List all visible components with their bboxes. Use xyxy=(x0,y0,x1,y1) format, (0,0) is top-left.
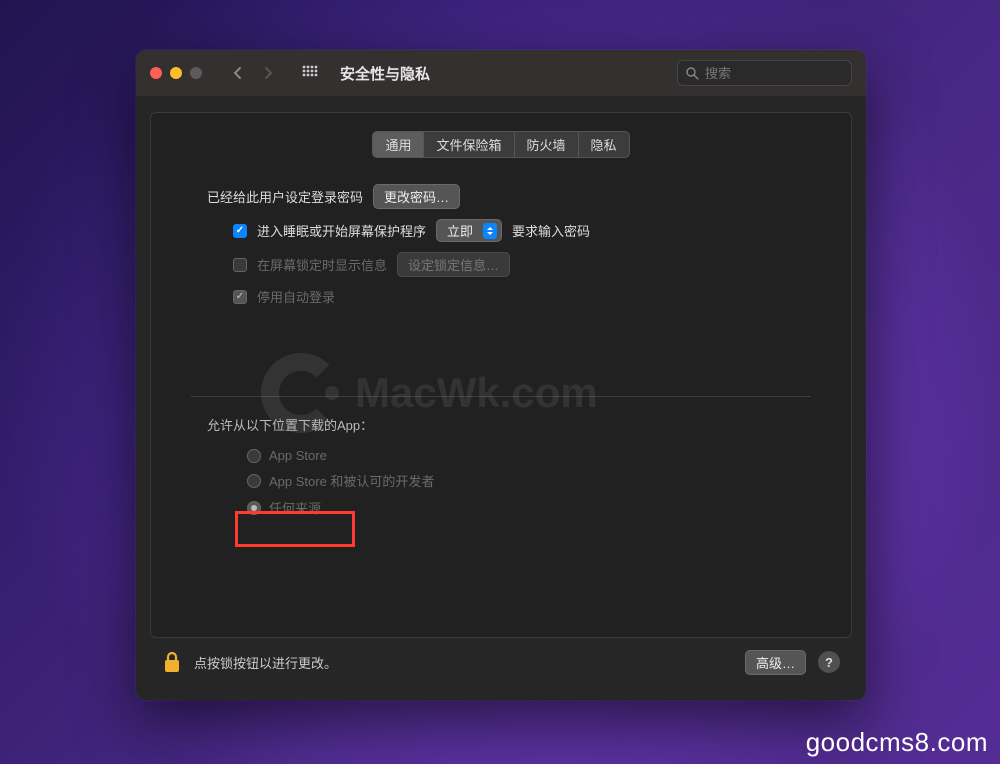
allow-apps-title: 允许从以下位置下载的App： xyxy=(207,415,795,434)
divider xyxy=(191,396,811,397)
lock-button[interactable] xyxy=(162,650,182,674)
minimize-button[interactable] xyxy=(170,67,182,79)
tab-firewall[interactable]: 防火墙 xyxy=(515,131,579,158)
help-button[interactable]: ? xyxy=(818,651,840,673)
radio-label-identified-developers: App Store 和被认可的开发者 xyxy=(269,471,434,490)
radio-anywhere xyxy=(247,501,261,515)
tabs: 通用 文件保险箱 防火墙 隐私 xyxy=(151,131,851,158)
window-title: 安全性与隐私 xyxy=(340,63,430,84)
tab-general[interactable]: 通用 xyxy=(372,131,424,158)
traffic-lights xyxy=(150,67,202,79)
change-password-button[interactable]: 更改密码… xyxy=(373,184,460,209)
password-set-label: 已经给此用户设定登录密码 xyxy=(207,187,363,206)
allow-apps-section: 允许从以下位置下载的App： App Store App Store 和被认可的… xyxy=(151,415,851,517)
close-button[interactable] xyxy=(150,67,162,79)
search-icon xyxy=(686,67,699,80)
content: 通用 文件保险箱 防火墙 隐私 已经给此用户设定登录密码 更改密码… 进入睡眠或… xyxy=(136,96,866,700)
radio-identified-developers xyxy=(247,474,261,488)
radio-app-store xyxy=(247,449,261,463)
password-section: 已经给此用户设定登录密码 更改密码… 进入睡眠或开始屏幕保护程序 立即 要求输入… xyxy=(151,184,851,306)
forward-button xyxy=(256,62,280,84)
chevron-right-icon xyxy=(263,66,273,80)
watermark-text: MacWk.com xyxy=(355,369,598,417)
select-value: 立即 xyxy=(447,221,473,240)
show-lock-message-checkbox xyxy=(233,258,247,272)
lock-icon xyxy=(162,650,182,674)
disable-auto-login-label: 停用自动登录 xyxy=(257,287,335,306)
advanced-button[interactable]: 高级… xyxy=(745,650,806,675)
back-button[interactable] xyxy=(226,62,250,84)
panel: 通用 文件保险箱 防火墙 隐私 已经给此用户设定登录密码 更改密码… 进入睡眠或… xyxy=(150,112,852,638)
chevron-left-icon xyxy=(233,66,243,80)
maximize-button xyxy=(190,67,202,79)
set-lock-message-button: 设定锁定信息… xyxy=(397,252,510,277)
stepper-icon xyxy=(483,223,497,239)
show-all-button[interactable] xyxy=(302,65,318,81)
preferences-window: 安全性与隐私 通用 文件保险箱 防火墙 隐私 已经给此用户设定登录密码 更改密码… xyxy=(136,50,866,700)
disable-auto-login-checkbox xyxy=(233,290,247,304)
grid-icon xyxy=(302,65,318,81)
credit-watermark: goodcms8.com xyxy=(806,727,988,758)
show-lock-message-label: 在屏幕锁定时显示信息 xyxy=(257,255,387,274)
require-password-checkbox[interactable] xyxy=(233,224,247,238)
tab-privacy[interactable]: 隐私 xyxy=(579,131,630,158)
radio-label-app-store: App Store xyxy=(269,448,327,463)
require-password-label: 进入睡眠或开始屏幕保护程序 xyxy=(257,221,426,240)
search-input[interactable] xyxy=(705,66,843,81)
tab-filevault[interactable]: 文件保险箱 xyxy=(424,131,514,158)
require-password-delay-select[interactable]: 立即 xyxy=(436,219,502,242)
require-password-suffix: 要求输入密码 xyxy=(512,221,590,240)
titlebar: 安全性与隐私 xyxy=(136,50,866,96)
radio-label-anywhere: 任何来源 xyxy=(269,498,321,517)
footer: 点按锁按钮以进行更改。 高级… ? xyxy=(150,638,852,686)
lock-text: 点按锁按钮以进行更改。 xyxy=(194,653,337,672)
nav-arrows xyxy=(226,62,280,84)
search-field[interactable] xyxy=(677,60,852,86)
